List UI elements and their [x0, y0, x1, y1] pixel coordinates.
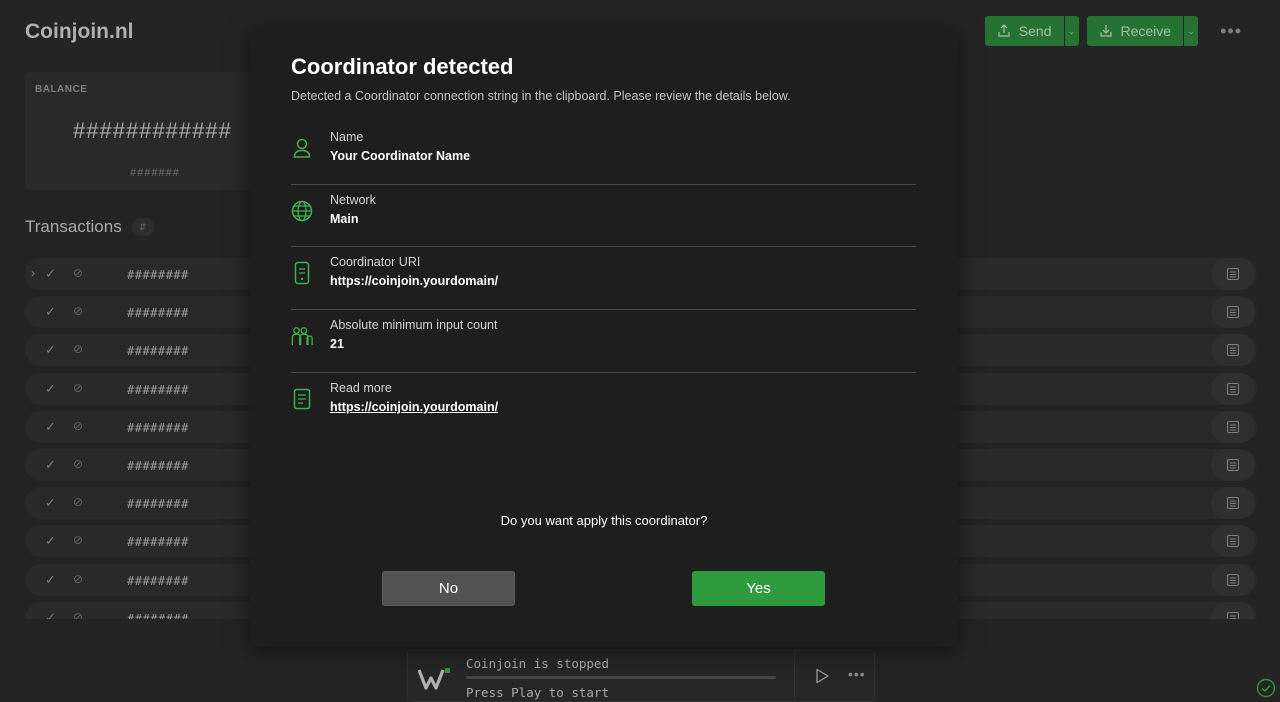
- read-more-link[interactable]: https://coinjoin.yourdomain/: [330, 400, 498, 414]
- yes-button[interactable]: Yes: [692, 571, 825, 606]
- detail-coordinator-uri: Coordinator URI https://coinjoin.yourdom…: [291, 247, 916, 311]
- dialog-subtitle: Detected a Coordinator connection string…: [291, 89, 791, 103]
- no-button[interactable]: No: [382, 571, 515, 606]
- detail-value: 21: [330, 337, 344, 352]
- detail-label: Name: [330, 130, 364, 144]
- detail-name: Name Your Coordinator Name: [291, 122, 916, 185]
- detail-label: Read more: [330, 380, 392, 395]
- detail-value: https://coinjoin.yourdomain/: [330, 274, 499, 289]
- detail-min-input-count: Absolute minimum input count 21: [291, 310, 916, 373]
- server-icon: [291, 261, 313, 285]
- detail-value: Main: [330, 211, 359, 226]
- globe-icon: [291, 199, 313, 223]
- person-icon: [291, 136, 313, 160]
- coordinator-details: Name Your Coordinator Name Network Main …: [291, 122, 916, 435]
- detail-label: Absolute minimum input count: [330, 318, 498, 333]
- detail-read-more: Read more https://coinjoin.yourdomain/: [291, 373, 916, 436]
- detail-value: Your Coordinator Name: [330, 149, 471, 163]
- coordinator-dialog: Coordinator detected Detected a Coordina…: [250, 28, 958, 647]
- people-icon: [291, 324, 313, 348]
- detail-label: Network: [330, 192, 376, 207]
- dialog-title: Coordinator detected: [291, 54, 514, 79]
- detail-label: Coordinator URI: [330, 255, 421, 270]
- document-icon: [291, 387, 313, 411]
- confirm-question: Do you want apply this coordinator?: [500, 513, 708, 528]
- detail-network: Network Main: [291, 185, 916, 248]
